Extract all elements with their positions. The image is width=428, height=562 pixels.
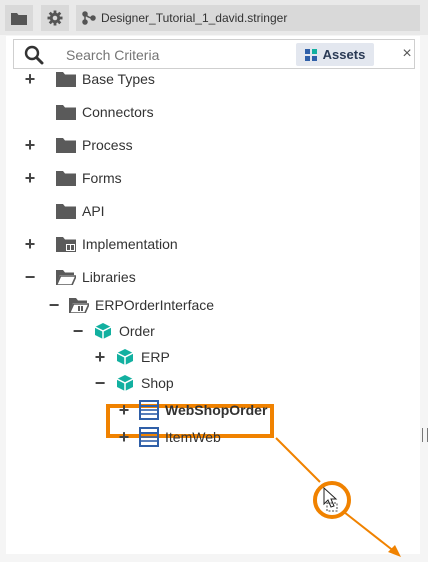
tree-item-label: WebShopOrder: [165, 402, 268, 418]
folder-icon: [55, 70, 77, 88]
tree-item[interactable]: + ERP: [92, 345, 170, 369]
collapse-icon[interactable]: −: [92, 374, 108, 392]
expand-icon[interactable]: +: [22, 136, 38, 154]
tree-item[interactable]: + Implementation: [22, 232, 178, 256]
folder-icon: [55, 202, 77, 220]
tree-item-label: ERPOrderInterface: [95, 297, 215, 313]
package-icon: [114, 348, 136, 366]
toolbar: Designer_Tutorial_1_david.stringer: [0, 0, 428, 35]
tree-item-label: Forms: [82, 170, 122, 186]
gear-icon: [47, 10, 63, 26]
expand-icon[interactable]: +: [116, 428, 132, 446]
folder-icon: [55, 103, 77, 121]
search-icon[interactable]: [24, 45, 46, 65]
collapse-icon[interactable]: −: [22, 268, 38, 286]
library-folder-icon: [68, 296, 90, 314]
search-bar: Assets ×: [13, 39, 415, 69]
tree-item[interactable]: − Shop: [92, 371, 174, 395]
tree-item[interactable]: + ItemWeb: [116, 425, 221, 449]
search-input[interactable]: [64, 44, 288, 66]
expand-icon[interactable]: +: [116, 401, 132, 419]
resize-handle[interactable]: [422, 428, 428, 442]
expand-icon[interactable]: +: [22, 169, 38, 187]
tree-item-label: Process: [82, 137, 133, 153]
assets-filter-label: Assets: [322, 47, 366, 62]
asset-tree-panel: Assets × + Base Types Connectors + Process + F…: [6, 36, 420, 554]
tree-item-label: Shop: [141, 375, 174, 391]
collapse-icon[interactable]: −: [70, 322, 86, 340]
tree-item[interactable]: + Base Types: [22, 67, 155, 91]
branch-icon: [82, 11, 96, 25]
tree-item[interactable]: − Order: [70, 319, 155, 343]
settings-button[interactable]: [41, 5, 69, 31]
tree-item[interactable]: + Forms: [22, 166, 122, 190]
tree-item-label: Order: [119, 323, 155, 339]
tree-item-label: Connectors: [82, 104, 154, 120]
assets-filter-button[interactable]: Assets: [296, 43, 374, 66]
folder-icon: [55, 169, 77, 187]
expand-icon[interactable]: +: [22, 235, 38, 253]
business-object-icon: [138, 400, 160, 420]
tree-item[interactable]: − Libraries: [22, 265, 136, 289]
tree-item[interactable]: + Process: [22, 133, 133, 157]
package-icon: [92, 322, 114, 340]
tree-item[interactable]: + WebShopOrder: [116, 398, 267, 422]
tree-item-label: Libraries: [82, 269, 136, 285]
tree-item-label: Implementation: [82, 236, 178, 252]
business-object-icon: [138, 427, 160, 447]
folder-button[interactable]: [5, 5, 33, 31]
tree-item-label: API: [82, 203, 105, 219]
package-icon: [114, 374, 136, 392]
tree-item[interactable]: Connectors: [22, 100, 154, 124]
expand-icon[interactable]: +: [22, 70, 38, 88]
folder-icon: [55, 136, 77, 154]
tree-item-label: ERP: [141, 349, 170, 365]
assets-icon: [304, 48, 317, 61]
clear-search-button[interactable]: ×: [399, 44, 415, 64]
collapse-icon[interactable]: −: [46, 296, 62, 314]
tree-item-label: Base Types: [82, 71, 155, 87]
folder-implementation-icon: [55, 235, 77, 253]
project-tab-label: Designer_Tutorial_1_david.stringer: [101, 11, 288, 25]
expand-icon[interactable]: +: [92, 348, 108, 366]
tree-item[interactable]: API: [22, 199, 105, 223]
folder-open-icon: [55, 268, 77, 286]
tree-item[interactable]: − ERPOrderInterface: [46, 293, 214, 317]
tree-item-label: ItemWeb: [165, 429, 221, 445]
project-tab[interactable]: Designer_Tutorial_1_david.stringer: [76, 5, 420, 31]
folder-icon: [11, 12, 27, 25]
